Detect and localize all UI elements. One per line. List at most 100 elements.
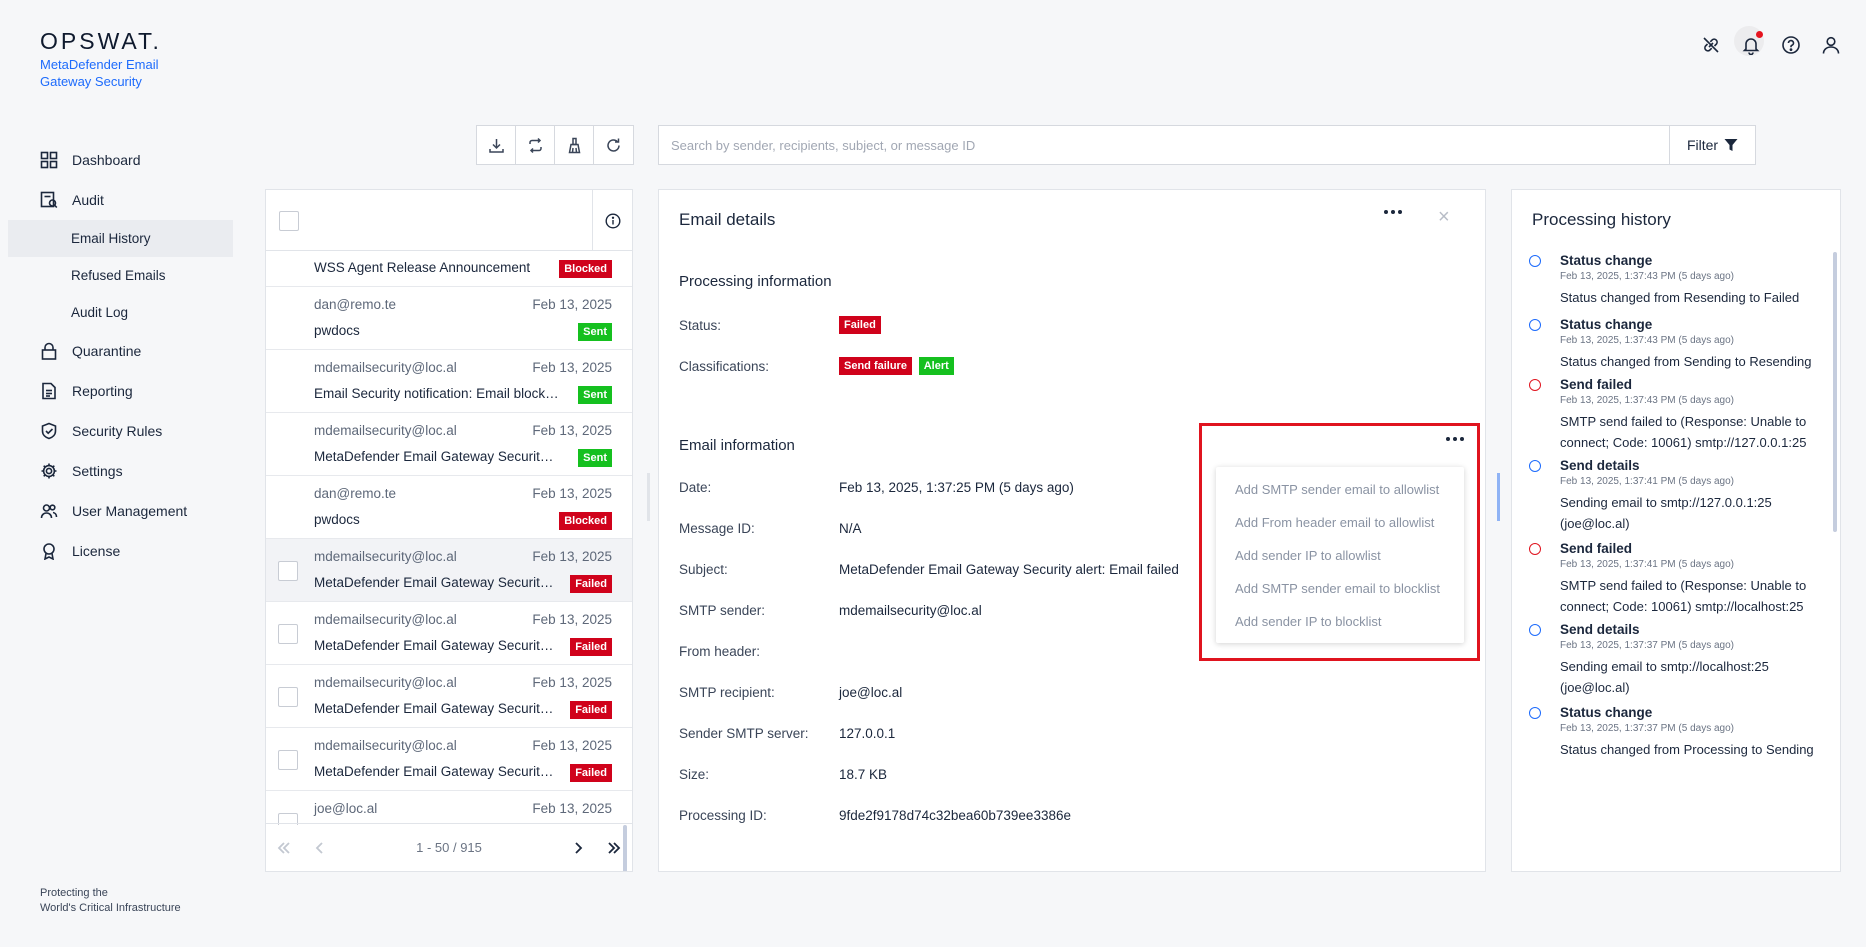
history-item-desc: Sending email to smtp://localhost:25 (jo… <box>1560 659 1769 695</box>
notifications-button[interactable] <box>1734 26 1764 56</box>
email-row[interactable]: mdemailsecurity@loc.al Feb 13, 2025 MetaDe… <box>266 413 632 476</box>
menu-item-5[interactable]: Add sender IP to blocklist <box>1216 605 1464 638</box>
resend-button[interactable] <box>516 126 555 164</box>
nav-license[interactable]: License <box>0 531 240 571</box>
details-more-icon[interactable] <box>1384 210 1402 214</box>
timeline-dot <box>1529 707 1541 719</box>
menu-item-1[interactable]: Add SMTP sender email to allowlist <box>1216 473 1464 506</box>
row-checkbox[interactable] <box>278 687 298 707</box>
user-icon[interactable] <box>1820 34 1842 56</box>
info-icon <box>604 212 621 229</box>
row-sender: mdemailsecurity@loc.al <box>314 360 457 375</box>
history-item-time: Feb 13, 2025, 1:37:37 PM (5 days ago) <box>1560 640 1734 651</box>
repeat-icon <box>528 137 542 153</box>
nav-user-management-label: User Management <box>72 503 188 519</box>
row-checkbox[interactable] <box>278 624 298 644</box>
nav-quarantine-label: Quarantine <box>72 343 142 359</box>
timeline-dot <box>1529 255 1541 267</box>
nav-reporting[interactable]: Reporting <box>0 371 240 411</box>
row-sender: mdemailsecurity@loc.al <box>314 549 457 564</box>
clean-button[interactable] <box>555 126 594 164</box>
email-row[interactable]: mdemailsecurity@loc.al Feb 13, 2025 MetaDe… <box>266 728 632 791</box>
history-item-title: Status change <box>1560 317 1653 332</box>
history-item-desc: SMTP send failed to (Response: Unable to… <box>1560 578 1807 614</box>
row-subject: Email Security notification: Email block… <box>314 386 559 401</box>
email-info-more-icon[interactable] <box>1446 437 1464 441</box>
resize-handle-left[interactable] <box>647 473 650 521</box>
nav-audit[interactable]: Audit <box>0 180 240 220</box>
prev-page-button[interactable] <box>302 830 338 866</box>
info-button[interactable] <box>592 190 632 251</box>
history-item-title: Send details <box>1560 458 1640 473</box>
search-bar: Filter <box>658 125 1756 165</box>
history-item-title: Status change <box>1560 705 1653 720</box>
filter-button[interactable]: Filter <box>1669 126 1755 164</box>
last-page-button[interactable] <box>596 830 632 866</box>
nav-audit-label: Audit <box>72 192 104 208</box>
nav-user-management[interactable]: User Management <box>0 491 240 531</box>
next-page-button[interactable] <box>560 830 596 866</box>
email-row[interactable]: mdemailsecurity@loc.al Feb 13, 2025 MetaDe… <box>266 539 632 602</box>
smtp-recipient-value: joe@loc.al <box>839 685 903 700</box>
history-item-time: Feb 13, 2025, 1:37:37 PM (5 days ago) <box>1560 723 1734 734</box>
refresh-button[interactable] <box>594 126 633 164</box>
nav-menu: Dashboard Audit Email History Refused Em… <box>0 140 240 571</box>
email-row[interactable]: mdemailsecurity@loc.al Feb 13, 2025 MetaDe… <box>266 665 632 728</box>
email-row[interactable]: mdemailsecurity@loc.al Feb 13, 2025 Email … <box>266 350 632 413</box>
select-all-checkbox[interactable] <box>279 211 299 231</box>
email-row[interactable]: mdemailsecurity@loc.al Feb 13, 2025 MetaDe… <box>266 602 632 665</box>
history-item-time: Feb 13, 2025, 1:37:41 PM (5 days ago) <box>1560 476 1734 487</box>
nav-security-rules[interactable]: Security Rules <box>0 411 240 451</box>
row-date: Feb 13, 2025 <box>532 423 612 438</box>
first-page-button[interactable] <box>266 830 302 866</box>
menu-item-4[interactable]: Add SMTP sender email to blocklist <box>1216 572 1464 605</box>
row-date: Feb 13, 2025 <box>532 297 612 312</box>
menu-item-2[interactable]: Add From header email to allowlist <box>1216 506 1464 539</box>
nav-email-history[interactable]: Email History <box>8 220 233 257</box>
row-date: Feb 13, 2025 <box>532 738 612 753</box>
users-icon <box>40 502 58 520</box>
menu-item-3[interactable]: Add sender IP to allowlist <box>1216 539 1464 572</box>
nav-quarantine[interactable]: Quarantine <box>0 331 240 371</box>
email-row[interactable]: dan@remo.te Feb 13, 2025 pwdocs Sent <box>266 287 632 350</box>
nav-audit-log[interactable]: Audit Log <box>0 294 240 331</box>
email-list-panel: mdemailsecurity@loc.al Feb 13, 2025 WSS Ag… <box>265 189 633 872</box>
row-checkbox[interactable] <box>278 561 298 581</box>
search-input[interactable] <box>659 126 1669 164</box>
email-details-title: Email details <box>679 210 776 229</box>
history-scrollbar[interactable] <box>1833 252 1837 532</box>
message-id-label: Message ID: <box>679 521 755 536</box>
lock-icon <box>40 342 58 360</box>
broom-icon <box>568 137 580 153</box>
nav-refused-emails[interactable]: Refused Emails <box>0 257 240 294</box>
help-icon[interactable] <box>1780 34 1802 56</box>
processing-history-title: Processing history <box>1532 210 1671 229</box>
email-row[interactable]: joe@loc.al Feb 13, 2025 <box>266 791 632 825</box>
row-sender: mdemailsecurity@loc.al <box>314 738 457 753</box>
opswat-logo[interactable]: OPSWAT. <box>40 28 162 55</box>
close-icon[interactable]: × <box>1438 206 1450 229</box>
link-off-icon[interactable] <box>1700 34 1722 56</box>
subject-value: MetaDefender Email Gateway Security aler… <box>839 562 1179 577</box>
row-checkbox[interactable] <box>278 750 298 770</box>
nav-license-label: License <box>72 543 121 559</box>
email-row[interactable]: mdemailsecurity@loc.alFeb 13, 2025WSS Ag… <box>266 251 632 287</box>
chevron-right-icon <box>575 841 583 854</box>
size-value: 18.7 KB <box>839 767 888 782</box>
row-subject: MetaDefender Email Gateway Security aler… <box>314 575 559 590</box>
resize-handle-right[interactable] <box>1497 473 1500 521</box>
nav-settings[interactable]: Settings <box>0 451 240 491</box>
nav-dashboard[interactable]: Dashboard <box>0 140 240 180</box>
row-status-badge: Failed <box>570 701 612 719</box>
email-row[interactable]: dan@remo.te Feb 13, 2025 pwdocs Blocked <box>266 476 632 539</box>
smtp-recipient-label: SMTP recipient: <box>679 685 775 700</box>
timeline-dot <box>1529 624 1541 636</box>
row-date: Feb 13, 2025 <box>532 612 612 627</box>
date-value: Feb 13, 2025, 1:37:25 PM (5 days ago) <box>839 480 1074 495</box>
export-button[interactable] <box>477 126 516 164</box>
sidebar: OPSWAT. MetaDefender Email Gateway Secur… <box>0 0 240 947</box>
history-item-title: Status change <box>1560 253 1653 268</box>
nav-settings-label: Settings <box>72 463 123 479</box>
processing-id-value: 9fde2f9178d74c32bea60b739ee3386e <box>839 808 1071 823</box>
row-status-badge: Sent <box>578 386 612 404</box>
